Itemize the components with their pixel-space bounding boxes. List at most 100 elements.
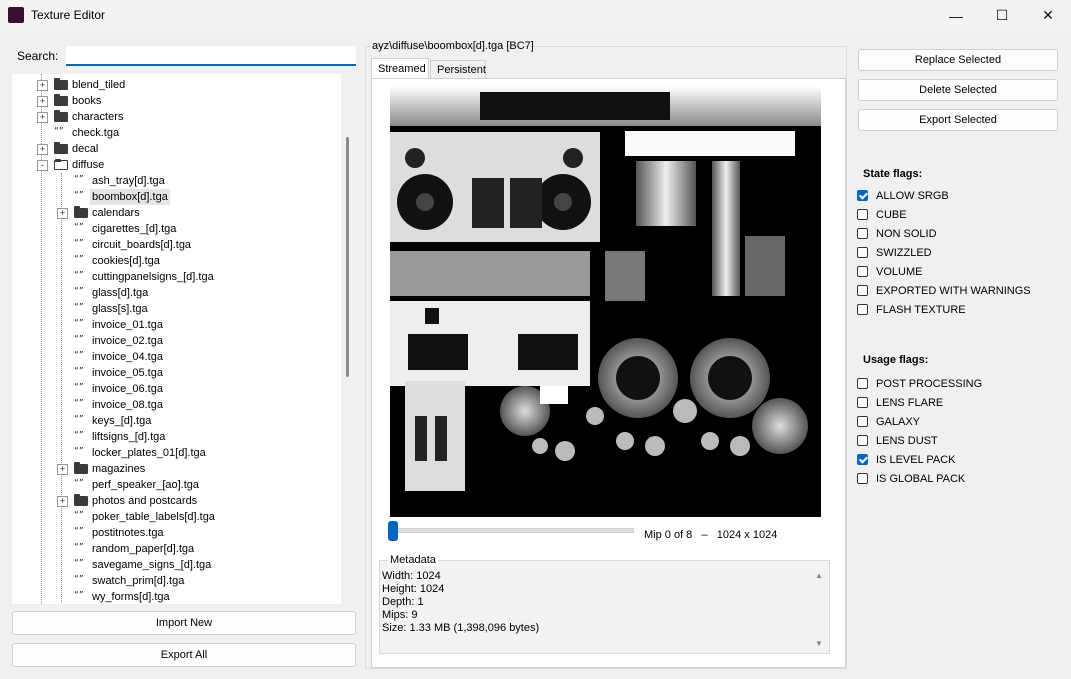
tree-file[interactable]: “” wy_forms[d].tga	[12, 589, 341, 604]
tree-folder[interactable]: + magazines	[12, 461, 341, 477]
expand-icon[interactable]: +	[37, 144, 48, 155]
expand-icon[interactable]: +	[57, 208, 68, 219]
tree-item-label: decal	[72, 143, 99, 155]
tree-file[interactable]: “” savegame_signs_[d].tga	[12, 557, 341, 573]
close-button[interactable]: ✕	[1025, 0, 1071, 31]
export-selected-button[interactable]: Export Selected	[858, 109, 1058, 131]
tree-folder[interactable]: + decal	[12, 141, 341, 157]
tree-item-label: perf_speaker_[ao].tga	[92, 479, 200, 491]
tree-item-label: invoice_04.tga	[92, 351, 163, 363]
flag-checkbox[interactable]: CUBE	[857, 207, 1057, 223]
flag-checkbox[interactable]: IS LEVEL PACK	[857, 452, 1057, 468]
file-icon: “”	[54, 126, 64, 135]
tab-persistent[interactable]: Persistent	[430, 60, 486, 78]
tree-item-label: cookies[d].tga	[92, 255, 160, 267]
collapse-icon[interactable]: -	[37, 160, 48, 171]
import-new-button[interactable]: Import New	[12, 611, 356, 635]
flag-checkbox[interactable]: GALAXY	[857, 414, 1057, 430]
tree-file[interactable]: “” perf_speaker_[ao].tga	[12, 477, 341, 493]
expand-icon[interactable]: +	[57, 496, 68, 507]
tree-folder[interactable]: + photos and postcards	[12, 493, 341, 509]
tree-file[interactable]: “” random_paper[d].tga	[12, 541, 341, 557]
tree-file[interactable]: “” cigarettes_[d].tga	[12, 221, 341, 237]
tree-scrollbar[interactable]	[346, 137, 349, 377]
checkbox-unchecked-icon[interactable]	[857, 247, 868, 258]
tree-file[interactable]: “” cuttingpanelsigns_[d].tga	[12, 269, 341, 285]
flag-checkbox[interactable]: LENS FLARE	[857, 395, 1057, 411]
tree-file[interactable]: “” postitnotes.tga	[12, 525, 341, 541]
expand-icon[interactable]: +	[37, 96, 48, 107]
tree-folder[interactable]: - diffuse	[12, 157, 341, 173]
tree-file[interactable]: “” invoice_02.tga	[12, 333, 341, 349]
export-all-button[interactable]: Export All	[12, 643, 356, 667]
flag-checkbox[interactable]: LENS DUST	[857, 433, 1057, 449]
checkbox-checked-icon[interactable]	[857, 454, 868, 465]
checkbox-unchecked-icon[interactable]	[857, 397, 868, 408]
tree-item-label: ash_tray[d].tga	[92, 175, 165, 187]
tree-file[interactable]: “” glass[s].tga	[12, 301, 341, 317]
flag-checkbox[interactable]: FLASH TEXTURE	[857, 302, 1057, 318]
mip-slider-thumb[interactable]	[388, 521, 398, 541]
flag-checkbox[interactable]: VOLUME	[857, 264, 1057, 280]
checkbox-unchecked-icon[interactable]	[857, 416, 868, 427]
mip-slider-track[interactable]	[390, 528, 634, 533]
texture-tree[interactable]: + blend_tiled + books + characters “” check.tga…	[12, 74, 341, 604]
minimize-button[interactable]: —	[933, 0, 979, 31]
tree-folder[interactable]: + blend_tiled	[12, 77, 341, 93]
tree-file[interactable]: “” invoice_06.tga	[12, 381, 341, 397]
metadata-text[interactable]: Width: 1024 Height: 1024 Depth: 1 Mips: 9 Si…	[382, 570, 539, 635]
flag-checkbox[interactable]: POST PROCESSING	[857, 376, 1057, 392]
file-icon: “”	[74, 190, 84, 199]
tree-item-label: cuttingpanelsigns_[d].tga	[92, 271, 214, 283]
checkbox-unchecked-icon[interactable]	[857, 209, 868, 220]
delete-selected-button[interactable]: Delete Selected	[858, 79, 1058, 101]
tree-file[interactable]: “” glass[d].tga	[12, 285, 341, 301]
tree-file[interactable]: “” swatch_prim[d].tga	[12, 573, 341, 589]
tree-item-label: glass[s].tga	[92, 303, 148, 315]
expand-icon[interactable]: +	[57, 464, 68, 475]
metadata-line: Mips: 9	[382, 609, 418, 621]
flag-checkbox[interactable]: ALLOW SRGB	[857, 188, 1057, 204]
tree-file[interactable]: “” ash_tray[d].tga	[12, 173, 341, 189]
window-title: Texture Editor	[31, 8, 106, 22]
flag-checkbox[interactable]: SWIZZLED	[857, 245, 1057, 261]
tree-file[interactable]: “” cookies[d].tga	[12, 253, 341, 269]
tree-file[interactable]: “” invoice_04.tga	[12, 349, 341, 365]
file-icon: “”	[74, 446, 84, 455]
tree-file[interactable]: “” check.tga	[12, 125, 341, 141]
tree-file[interactable]: “” invoice_01.tga	[12, 317, 341, 333]
tree-file[interactable]: “” poker_table_labels[d].tga	[12, 509, 341, 525]
replace-selected-button[interactable]: Replace Selected	[858, 49, 1058, 71]
flag-label: VOLUME	[876, 266, 923, 278]
checkbox-unchecked-icon[interactable]	[857, 473, 868, 484]
tree-file[interactable]: “” locker_plates_01[d].tga	[12, 445, 341, 461]
tree-file[interactable]: “” invoice_08.tga	[12, 397, 341, 413]
checkbox-unchecked-icon[interactable]	[857, 228, 868, 239]
checkbox-checked-icon[interactable]	[857, 190, 868, 201]
search-input[interactable]	[66, 46, 356, 66]
checkbox-unchecked-icon[interactable]	[857, 266, 868, 277]
checkbox-unchecked-icon[interactable]	[857, 435, 868, 446]
scroll-down-icon[interactable]: ▼	[815, 639, 823, 648]
maximize-button[interactable]: ☐	[979, 0, 1025, 31]
flag-checkbox[interactable]: EXPORTED WITH WARNINGS	[857, 283, 1057, 299]
tree-folder[interactable]: + books	[12, 93, 341, 109]
checkbox-unchecked-icon[interactable]	[857, 304, 868, 315]
tree-item-label: wy_forms[d].tga	[92, 591, 170, 603]
tree-item-label: random_paper[d].tga	[92, 543, 195, 555]
tree-folder[interactable]: + characters	[12, 109, 341, 125]
tree-file[interactable]: “” invoice_05.tga	[12, 365, 341, 381]
flag-checkbox[interactable]: NON SOLID	[857, 226, 1057, 242]
expand-icon[interactable]: +	[37, 80, 48, 91]
flag-checkbox[interactable]: IS GLOBAL PACK	[857, 471, 1057, 487]
expand-icon[interactable]: +	[37, 112, 48, 123]
tab-streamed[interactable]: Streamed	[371, 58, 429, 78]
scroll-up-icon[interactable]: ▲	[815, 571, 823, 580]
tree-file[interactable]: “” keys_[d].tga	[12, 413, 341, 429]
tree-folder[interactable]: + calendars	[12, 205, 341, 221]
tree-file[interactable]: “” liftsigns_[d].tga	[12, 429, 341, 445]
checkbox-unchecked-icon[interactable]	[857, 285, 868, 296]
tree-file[interactable]: “” circuit_boards[d].tga	[12, 237, 341, 253]
tree-file[interactable]: “” boombox[d].tga	[12, 189, 341, 205]
checkbox-unchecked-icon[interactable]	[857, 378, 868, 389]
